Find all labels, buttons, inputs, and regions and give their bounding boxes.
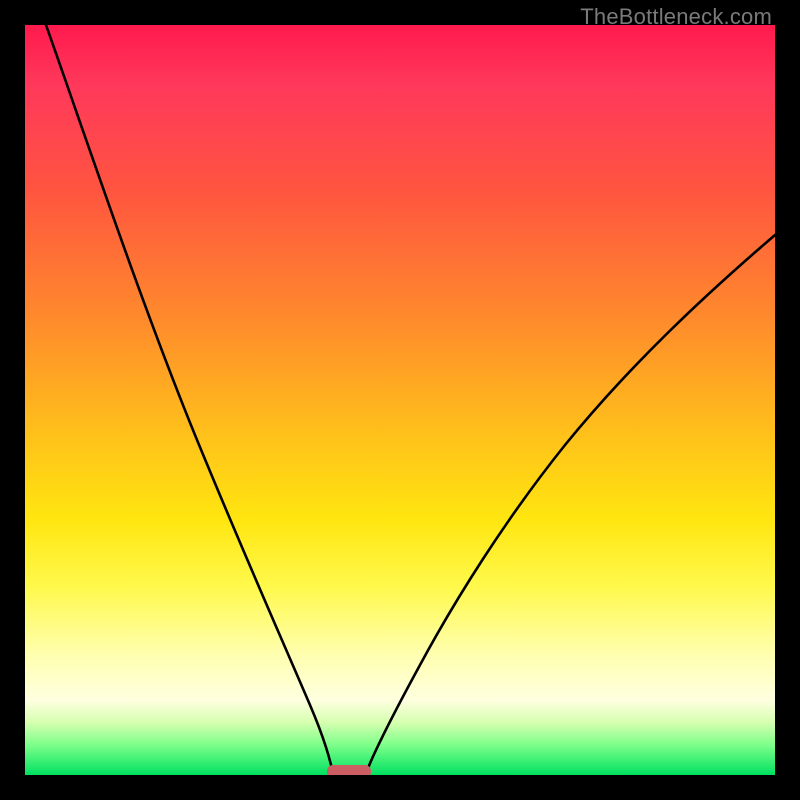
chart-plot-area	[25, 25, 775, 775]
watermark-text: TheBottleneck.com	[580, 4, 772, 30]
left-curve	[46, 25, 333, 773]
chart-frame: TheBottleneck.com	[0, 0, 800, 800]
bottom-pill-marker	[327, 765, 371, 775]
chart-svg	[25, 25, 775, 775]
right-curve	[366, 235, 775, 773]
